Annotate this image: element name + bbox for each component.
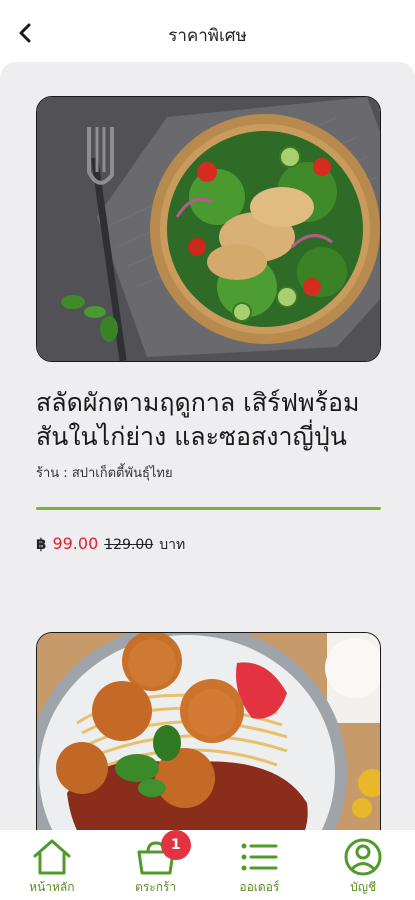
sale-price: 99.00	[52, 534, 99, 553]
price-row: ฿ 99.00 129.00 บาท	[36, 534, 381, 556]
page-title: ราคาพิเศษ	[168, 26, 247, 46]
nav-home-label: หน้าหลัก	[29, 880, 75, 894]
nav-orders-label: ออเดอร์	[239, 880, 280, 894]
user-icon	[344, 838, 382, 876]
nav-cart-label: ตระกร้า	[135, 880, 177, 894]
nav-cart[interactable]: ตระกร้า 1	[104, 830, 208, 900]
product-list[interactable]: สลัดผักตามฤดูกาล เสิร์ฟพร้อมสันในไก่ย่าง…	[0, 62, 415, 832]
bottom-navigation: หน้าหลัก ตระกร้า 1 ออเดอร์ บัญชี	[0, 830, 415, 900]
price-unit: บาท	[159, 537, 186, 553]
divider	[36, 507, 381, 510]
product-name[interactable]: สลัดผักตามฤดูกาล เสิร์ฟพร้อมสันในไก่ย่าง…	[36, 386, 381, 454]
product-card[interactable]: สลัดผักตามฤดูกาล เสิร์ฟพร้อมสันในไก่ย่าง…	[36, 96, 381, 556]
currency-symbol: ฿	[36, 535, 47, 553]
product-image-spaghetti[interactable]	[36, 632, 381, 832]
shop-name: ร้าน : สปาเก็ตตี้พันธุ์ไทย	[36, 466, 173, 481]
home-icon	[33, 839, 71, 875]
cart-count-badge: 1	[160, 830, 191, 860]
nav-account-label: บัญชี	[350, 880, 377, 894]
product-image-salad[interactable]	[36, 96, 381, 362]
top-bar: ราคาพิเศษ	[0, 0, 415, 66]
original-price: 129.00	[104, 537, 154, 553]
nav-home[interactable]: หน้าหลัก	[0, 830, 104, 900]
nav-orders[interactable]: ออเดอร์	[208, 830, 312, 900]
list-icon	[241, 843, 278, 871]
product-card[interactable]	[36, 632, 381, 832]
nav-account[interactable]: บัญชี	[311, 830, 415, 900]
